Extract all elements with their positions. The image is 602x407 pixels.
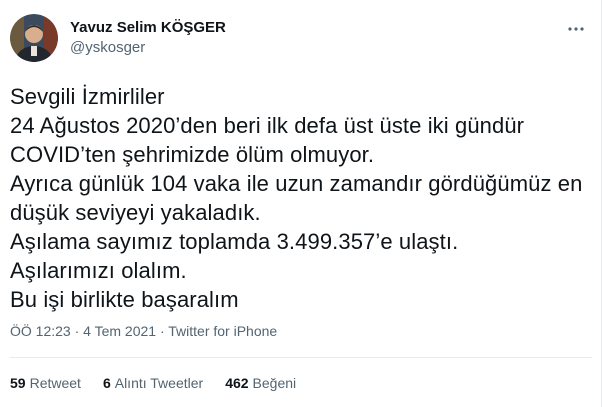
display-name[interactable]: Yavuz Selim KÖŞGER <box>70 18 226 38</box>
tweet-card: Yavuz Selim KÖŞGER @yskosger Sevgili İzm… <box>0 0 602 407</box>
quotes-count: 6 <box>102 375 111 391</box>
profile-photo-icon <box>10 14 58 62</box>
likes-label: Beğeni <box>252 375 297 391</box>
likes-count: 462 <box>225 375 249 391</box>
quotes-label: Alıntı Tweetler <box>114 375 204 391</box>
more-options-button[interactable] <box>565 18 587 40</box>
user-handle[interactable]: @yskosger <box>70 38 226 58</box>
more-options-icon <box>568 27 584 31</box>
tweet-date[interactable]: 4 Tem 2021 <box>83 323 156 339</box>
divider <box>10 357 592 358</box>
tweet-header: Yavuz Selim KÖŞGER @yskosger <box>10 14 226 62</box>
quotes-stat[interactable]: 6 Alıntı Tweetler <box>103 373 203 393</box>
tweet-source[interactable]: Twitter for iPhone <box>168 323 277 339</box>
tweet-text: Sevgili İzmirliler 24 Ağustos 2020’den b… <box>10 84 583 312</box>
user-names: Yavuz Selim KÖŞGER @yskosger <box>70 18 226 58</box>
retweets-label: Retweet <box>29 375 81 391</box>
tweet-stats: 59 Retweet 6 Alıntı Tweetler 462 Beğeni <box>10 373 318 393</box>
meta-separator: · <box>74 323 84 339</box>
tweet-meta: ÖÖ 12:23 · 4 Tem 2021 · Twitter for iPho… <box>10 321 277 341</box>
avatar[interactable] <box>10 14 58 62</box>
tweet-time[interactable]: ÖÖ 12:23 <box>10 323 71 339</box>
retweets-stat[interactable]: 59 Retweet <box>10 373 81 393</box>
retweets-count: 59 <box>10 375 26 391</box>
likes-stat[interactable]: 462 Beğeni <box>225 373 296 393</box>
